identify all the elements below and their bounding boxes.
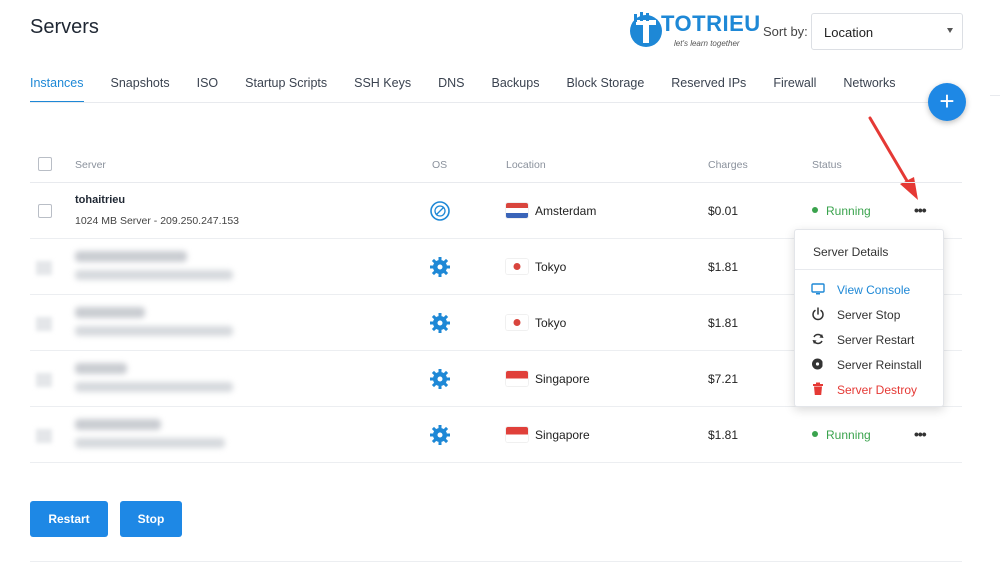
header-server: Server (75, 159, 106, 171)
menu-item-server-stop[interactable]: Server Stop (811, 306, 941, 326)
tab-snapshots[interactable]: Snapshots (111, 76, 170, 103)
menu-item-server-destroy[interactable]: Server Destroy (811, 381, 941, 401)
gear-icon (430, 425, 450, 445)
server-charges: $7.21 (708, 372, 739, 386)
edge-divider (990, 95, 1000, 96)
header-charges: Charges (708, 159, 748, 171)
tab-reserved-ips[interactable]: Reserved IPs (671, 76, 746, 103)
server-location: Tokyo (535, 260, 567, 274)
tab-firewall[interactable]: Firewall (773, 76, 816, 103)
server-name-blurred (75, 251, 187, 262)
server-name-blurred (75, 307, 145, 318)
table-header: Server OS Location Charges Status (30, 150, 962, 183)
stop-button[interactable]: Stop (120, 501, 182, 537)
logo-mark-icon (630, 12, 662, 47)
menu-item-label: Server Reinstall (837, 358, 922, 372)
select-all-checkbox[interactable] (38, 157, 52, 171)
netherlands-flag-icon (506, 203, 528, 218)
gear-icon (430, 257, 450, 277)
tabs-divider (30, 102, 962, 103)
status-dot-icon (812, 431, 818, 437)
server-subtitle-blurred (75, 270, 233, 280)
tab-block-storage[interactable]: Block Storage (566, 76, 644, 103)
logo-text: TOTRIEU (661, 11, 761, 36)
header-location: Location (506, 159, 546, 171)
server-charges: $1.81 (708, 260, 739, 274)
server-location: Tokyo (535, 316, 567, 330)
status-badge: Running (812, 204, 871, 218)
server-charges: $1.81 (708, 428, 739, 442)
singapore-flag-icon (506, 371, 528, 386)
server-subtitle: 1024 MB Server - 209.250.247.153 (75, 215, 240, 227)
tab-iso[interactable]: ISO (197, 76, 219, 103)
tab-dns[interactable]: DNS (438, 76, 464, 103)
menu-item-label: View Console (837, 283, 911, 297)
tab-bar: Instances Snapshots ISO Startup Scripts … (30, 76, 922, 103)
tab-ssh-keys[interactable]: SSH Keys (354, 76, 411, 103)
row-checkbox-blurred[interactable] (36, 373, 52, 387)
row-checkbox-blurred[interactable] (36, 261, 52, 275)
page-title: Servers (30, 16, 99, 38)
server-location: Singapore (535, 372, 590, 386)
add-server-button[interactable]: + (928, 83, 966, 121)
server-name-blurred (75, 419, 161, 430)
menu-item-label: Server Restart (837, 333, 915, 347)
japan-flag-icon (506, 259, 528, 274)
japan-flag-icon (506, 315, 528, 330)
status-text: Running (826, 204, 871, 218)
server-location: Amsterdam (535, 204, 597, 218)
menu-header[interactable]: Server Details (813, 245, 888, 259)
restart-button[interactable]: Restart (30, 501, 108, 537)
disc-icon (430, 201, 450, 221)
menu-item-label: Server Stop (837, 308, 901, 322)
header-os: OS (432, 159, 448, 171)
server-subtitle-blurred (75, 326, 233, 336)
row-checkbox[interactable] (38, 204, 52, 218)
sort-by-select[interactable]: Location (811, 13, 963, 50)
singapore-flag-icon (506, 427, 528, 442)
chevron-down-icon (947, 28, 953, 33)
menu-item-server-reinstall[interactable]: Server Reinstall (811, 356, 941, 376)
sort-by-label: Sort by: (763, 24, 808, 39)
server-subtitle-blurred (75, 438, 225, 448)
row-checkbox-blurred[interactable] (36, 317, 52, 331)
power-icon (812, 307, 824, 321)
tab-instances[interactable]: Instances (30, 76, 84, 103)
menu-item-server-restart[interactable]: Server Restart (811, 331, 941, 351)
menu-item-label: Server Destroy (837, 383, 918, 397)
monitor-icon (811, 283, 825, 295)
menu-item-view-console[interactable]: View Console (811, 281, 941, 301)
tab-startup-scripts[interactable]: Startup Scripts (245, 76, 327, 103)
footer-divider (30, 561, 962, 562)
row-checkbox-blurred[interactable] (36, 429, 52, 443)
tab-backups[interactable]: Backups (492, 76, 540, 103)
header-status: Status (812, 159, 842, 171)
refresh-icon (812, 333, 824, 345)
server-charges: $1.81 (708, 316, 739, 330)
logo-tagline: let's learn together (674, 39, 740, 48)
more-actions-button[interactable]: ••• (914, 426, 927, 442)
server-location: Singapore (535, 428, 590, 442)
gear-icon (430, 369, 450, 389)
status-badge: Running (812, 428, 871, 442)
server-charges: $0.01 (708, 204, 739, 218)
server-actions-menu: Server Details View Console Server Stop … (794, 229, 944, 407)
status-dot-icon (812, 207, 818, 213)
disc-icon (812, 358, 825, 370)
trash-icon (813, 382, 823, 395)
table-row[interactable]: Singapore $1.81 Running ••• (30, 407, 962, 463)
status-text: Running (826, 428, 871, 442)
menu-divider (795, 269, 943, 270)
server-name-blurred (75, 363, 127, 374)
server-name[interactable]: tohaitrieu (75, 194, 125, 206)
server-subtitle-blurred (75, 382, 233, 392)
tab-networks[interactable]: Networks (843, 76, 895, 103)
more-actions-button[interactable]: ••• (914, 202, 927, 218)
totrieu-logo: TOTRIEU let's learn together (628, 8, 760, 50)
sort-by-value: Location (824, 25, 874, 40)
gear-icon (430, 313, 450, 333)
